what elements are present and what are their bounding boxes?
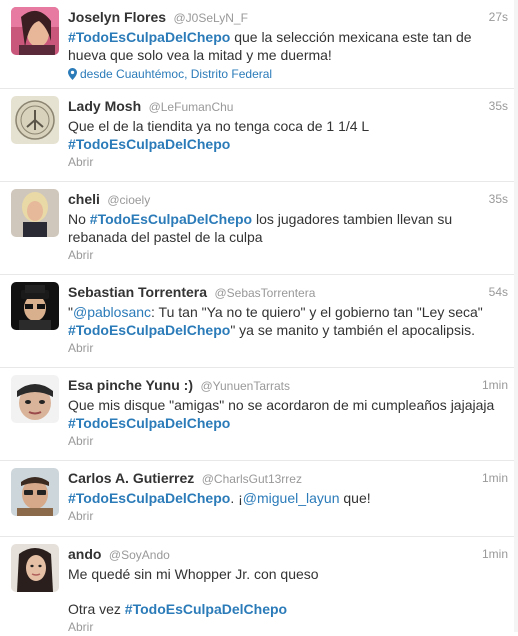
hashtag-link[interactable]: #TodoEsCulpaDelChepo — [90, 211, 252, 227]
user-fullname[interactable]: Lady Mosh — [68, 98, 141, 114]
tweet-header: Esa pinche Yunu :) @YunuenTarrats 1min — [68, 374, 508, 396]
user-handle[interactable]: @SebasTorrentera — [214, 286, 315, 300]
location-pin-icon — [68, 68, 77, 80]
tweet[interactable]: Joselyn Flores @J0SeLyN_F 27s #TodoEsCul… — [0, 0, 518, 89]
tweet-text-segment: Que el de la tiendita ya no tenga coca d… — [68, 118, 370, 134]
tweet[interactable]: Esa pinche Yunu :) @YunuenTarrats 1min Q… — [0, 368, 518, 461]
user-fullname[interactable]: ando — [68, 546, 101, 562]
user-fullname[interactable]: Sebastian Torrentera — [68, 284, 207, 300]
avatar[interactable] — [11, 282, 59, 330]
tweet[interactable]: ando @SoyAndo 1min Me quedé sin mi Whopp… — [0, 537, 518, 634]
tweet-text: Que el de la tiendita ya no tenga coca d… — [68, 117, 508, 153]
tweet[interactable]: Carlos A. Gutierrez @CharlsGut13rrez 1mi… — [0, 461, 518, 537]
expand-link[interactable]: Abrir — [68, 508, 508, 525]
tweet-text: "@pablosanc: Tu tan "Ya no te quiero" y … — [68, 303, 508, 339]
expand-link[interactable]: Abrir — [68, 433, 508, 450]
scrollbar[interactable] — [514, 0, 518, 632]
tweet-header: cheli @cioely 35s — [68, 188, 508, 210]
location-label: desde Cuauhtémoc, Distrito Federal — [80, 67, 273, 81]
tweet-text: Que mis disque "amigas" no se acordaron … — [68, 396, 508, 432]
user-handle[interactable]: @SoyAndo — [109, 548, 170, 562]
tweet-feed: Joselyn Flores @J0SeLyN_F 27s #TodoEsCul… — [0, 0, 518, 634]
tweet-text: Me quedé sin mi Whopper Jr. con queso Otr… — [68, 565, 508, 618]
tweet-text-segment: Que mis disque "amigas" no se acordaron … — [68, 397, 495, 413]
tweet-timestamp[interactable]: 27s — [489, 6, 508, 28]
expand-link[interactable]: Abrir — [68, 247, 508, 264]
tweet-text-segment: : Tu tan "Ya no te quiero" y el gobierno… — [151, 304, 483, 320]
tweet[interactable]: Lady Mosh @LeFumanChu 35s Que el de la t… — [0, 89, 518, 182]
tweet-timestamp[interactable]: 35s — [489, 188, 508, 210]
expand-link[interactable]: Abrir — [68, 619, 508, 636]
avatar[interactable] — [11, 7, 59, 55]
user-fullname[interactable]: Joselyn Flores — [68, 9, 166, 25]
tweet-header: Carlos A. Gutierrez @CharlsGut13rrez 1mi… — [68, 467, 508, 489]
user-fullname[interactable]: Esa pinche Yunu :) — [68, 377, 193, 393]
tweet-header: Lady Mosh @LeFumanChu 35s — [68, 95, 508, 117]
avatar[interactable] — [11, 375, 59, 423]
avatar[interactable] — [11, 468, 59, 516]
expand-link[interactable]: Abrir — [68, 154, 508, 171]
tweet-text: No #TodoEsCulpaDelChepo los jugadores ta… — [68, 210, 508, 246]
tweet-header: ando @SoyAndo 1min — [68, 543, 508, 565]
tweet-text-segment: Me quedé sin mi Whopper Jr. con queso — [68, 566, 319, 582]
tweet-text-segment: que! — [339, 490, 371, 506]
avatar[interactable] — [11, 96, 59, 144]
tweet-text: #TodoEsCulpaDelChepo que la selección me… — [68, 28, 508, 64]
tweet-text-segment: " ya se manito y también el apocalipsis. — [230, 322, 475, 338]
tweet-timestamp[interactable]: 1min — [482, 543, 508, 565]
tweet[interactable]: cheli @cioely 35s No #TodoEsCulpaDelChep… — [0, 182, 518, 275]
tweet-text-segment: Otra vez — [68, 601, 125, 617]
mention-link[interactable]: @pablosanc — [73, 304, 151, 320]
user-handle[interactable]: @J0SeLyN_F — [174, 11, 248, 25]
user-handle[interactable]: @CharlsGut13rrez — [202, 472, 302, 486]
tweet-location[interactable]: desde Cuauhtémoc, Distrito Federal — [68, 65, 508, 83]
hashtag-link[interactable]: #TodoEsCulpaDelChepo — [68, 29, 230, 45]
hashtag-link[interactable]: #TodoEsCulpaDelChepo — [68, 490, 230, 506]
hashtag-link[interactable]: #TodoEsCulpaDelChepo — [125, 601, 287, 617]
tweet-header: Joselyn Flores @J0SeLyN_F 27s — [68, 6, 508, 28]
tweet-timestamp[interactable]: 54s — [489, 281, 508, 303]
user-fullname[interactable]: cheli — [68, 191, 100, 207]
tweet-timestamp[interactable]: 1min — [482, 374, 508, 396]
hashtag-link[interactable]: #TodoEsCulpaDelChepo — [68, 415, 230, 431]
user-handle[interactable]: @cioely — [107, 193, 150, 207]
tweet-timestamp[interactable]: 35s — [489, 95, 508, 117]
avatar[interactable] — [11, 544, 59, 592]
tweet-text-segment: No — [68, 211, 90, 227]
expand-link[interactable]: Abrir — [68, 340, 508, 357]
hashtag-link[interactable]: #TodoEsCulpaDelChepo — [68, 322, 230, 338]
hashtag-link[interactable]: #TodoEsCulpaDelChepo — [68, 136, 230, 152]
tweet[interactable]: Sebastian Torrentera @SebasTorrentera 54… — [0, 275, 518, 368]
tweet-text-segment: . ¡ — [230, 490, 243, 506]
tweet-header: Sebastian Torrentera @SebasTorrentera 54… — [68, 281, 508, 303]
avatar[interactable] — [11, 189, 59, 237]
user-handle[interactable]: @YunuenTarrats — [200, 379, 290, 393]
tweet-timestamp[interactable]: 1min — [482, 467, 508, 489]
mention-link[interactable]: @miguel_layun — [243, 490, 340, 506]
user-fullname[interactable]: Carlos A. Gutierrez — [68, 470, 194, 486]
user-handle[interactable]: @LeFumanChu — [149, 100, 234, 114]
tweet-text: #TodoEsCulpaDelChepo. ¡@miguel_layun que… — [68, 489, 508, 507]
